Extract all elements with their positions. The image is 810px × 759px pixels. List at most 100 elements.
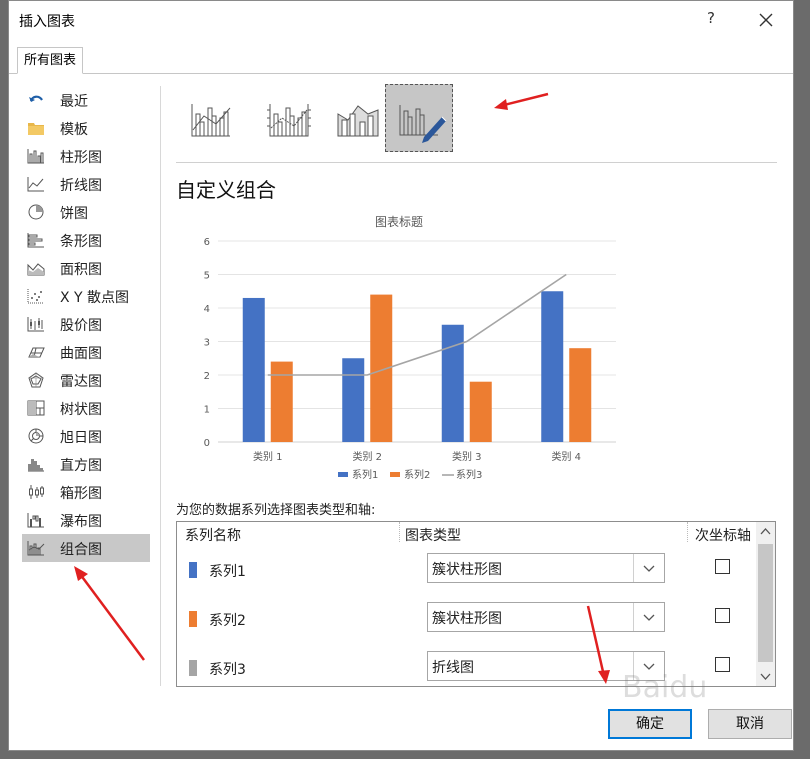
clustered-column-line-icon	[191, 104, 231, 137]
scrollbar-thumb[interactable]	[758, 544, 773, 662]
y-tick-label: 1	[204, 405, 210, 416]
histogram-chart-icon	[28, 459, 44, 472]
chevron-down-icon	[643, 614, 655, 621]
stacked-area-clustered-column-icon	[337, 105, 379, 137]
sidebar-item-recent[interactable]: 最近	[22, 86, 150, 114]
x-tick-label: 类别 4	[551, 450, 581, 463]
series-config-table: 系列名称 图表类型 次坐标轴 系列1 簇状柱形图 系列2 簇状柱形图 系列3 折…	[176, 521, 776, 687]
secondary-axis-checkbox[interactable]	[715, 559, 730, 574]
scroll-up-icon[interactable]	[756, 524, 775, 540]
sidebar-item-templates[interactable]: 模板	[22, 114, 150, 142]
sidebar-item-radar[interactable]: 雷达图	[22, 366, 150, 394]
dialog-title: 插入图表	[19, 14, 75, 30]
chart-preview: 图表标题 0 1 2 3 4 5 6 类别 1 类别 2 类别 3 类别 4 系列1 系列2 系列3	[178, 206, 628, 496]
sidebar-item-waterfall[interactable]: 瀑布图	[22, 506, 150, 534]
column-header-chart-type: 图表类型	[405, 528, 461, 544]
series-color-swatch	[189, 611, 197, 627]
sidebar-item-pie[interactable]: 饼图	[22, 198, 150, 226]
sidebar-item-stock[interactable]: 股价图	[22, 310, 150, 338]
legend-label: 系列2	[404, 468, 430, 481]
section-title: 自定义组合	[176, 178, 276, 202]
series-name: 系列3	[209, 662, 246, 678]
sunburst-chart-icon	[28, 428, 44, 444]
bar	[569, 348, 592, 442]
sidebar-item-combo[interactable]: 组合图	[22, 534, 150, 562]
sidebar-item-treemap[interactable]: 树状图	[22, 394, 150, 422]
bar-chart-icon	[27, 233, 44, 248]
column-header-secondary-axis: 次坐标轴	[695, 528, 751, 544]
series-color-swatch	[189, 660, 197, 676]
chart-category-list: 最近 模板 柱形图 折线图 饼图 条形图 面积图 X Y 散点图 股价图 曲面图…	[22, 86, 150, 562]
tab-all-charts[interactable]: 所有图表	[17, 47, 84, 74]
dropdown-button[interactable]	[633, 554, 664, 582]
area-chart-icon	[27, 263, 45, 276]
legend-label: 系列3	[456, 468, 482, 481]
chart-type-select[interactable]: 簇状柱形图	[427, 553, 665, 583]
title-bar: 插入图表 ?	[9, 1, 793, 41]
scatter-chart-icon	[27, 289, 44, 304]
y-tick-label: 5	[204, 271, 210, 282]
chart-svg: 图表标题 0 1 2 3 4 5 6 类别 1 类别 2 类别 3 类别 4 系列1 系列2 系列3	[204, 215, 616, 481]
y-tick-label: 4	[204, 304, 210, 315]
pie-chart-icon	[28, 204, 44, 220]
bar	[342, 358, 365, 442]
chart-type-value: 簇状柱形图	[432, 611, 502, 627]
undo-arrow-icon	[29, 95, 43, 102]
watermark-text: Baidu	[622, 670, 708, 705]
series-instruction: 为您的数据系列选择图表类型和轴:	[176, 503, 376, 518]
chart-type-select[interactable]: 簇状柱形图	[427, 602, 665, 632]
column-chart-icon	[27, 149, 44, 164]
stock-chart-icon	[27, 317, 44, 332]
y-tick-label: 0	[204, 438, 210, 449]
bar	[270, 361, 293, 442]
legend-swatch	[390, 472, 400, 477]
dropdown-button[interactable]	[633, 603, 664, 631]
sidebar-item-column[interactable]: 柱形图	[22, 142, 150, 170]
subtype-stacked-area-clustered-column[interactable]	[324, 84, 392, 152]
sidebar-item-scatter[interactable]: X Y 散点图	[22, 282, 150, 310]
legend-label: 系列1	[352, 468, 378, 481]
ok-button[interactable]: 确定	[608, 709, 692, 739]
scroll-down-icon[interactable]	[756, 668, 775, 684]
surface-chart-icon	[28, 347, 45, 358]
help-button[interactable]: ?	[699, 9, 723, 31]
sidebar-item-histogram[interactable]: 直方图	[22, 450, 150, 478]
bar	[541, 291, 564, 442]
header-divider	[399, 522, 401, 542]
close-icon	[759, 13, 773, 27]
sidebar-item-area[interactable]: 面积图	[22, 254, 150, 282]
subtype-custom-combination[interactable]	[385, 84, 453, 152]
line-chart-icon	[27, 177, 44, 192]
sidebar-item-box-whisker[interactable]: 箱形图	[22, 478, 150, 506]
combo-chart-icon	[27, 541, 45, 556]
series-name: 系列2	[209, 613, 246, 629]
subtype-clustered-column-line[interactable]	[178, 84, 246, 152]
table-scrollbar[interactable]	[756, 522, 775, 686]
custom-combination-icon	[399, 105, 447, 143]
bar	[441, 324, 464, 442]
treemap-chart-icon	[27, 400, 45, 416]
legend-swatch	[338, 472, 348, 477]
x-tick-label: 类别 3	[452, 450, 482, 463]
secondary-axis-checkbox[interactable]	[715, 608, 730, 623]
sidebar-item-surface[interactable]: 曲面图	[22, 338, 150, 366]
y-tick-label: 3	[204, 338, 210, 349]
close-button[interactable]	[753, 7, 779, 33]
series-row: 系列1 簇状柱形图	[177, 546, 757, 595]
series-line	[267, 273, 567, 376]
sidebar-item-bar[interactable]: 条形图	[22, 226, 150, 254]
chart-type-value: 折线图	[432, 660, 474, 676]
series-name: 系列1	[209, 564, 246, 580]
sidebar-item-sunburst[interactable]: 旭日图	[22, 422, 150, 450]
secondary-axis-checkbox[interactable]	[715, 657, 730, 672]
gallery-divider	[176, 162, 777, 163]
cancel-button[interactable]: 取消	[708, 709, 792, 739]
chart-type-value: 簇状柱形图	[432, 562, 502, 578]
subtype-clustered-column-line-secondary[interactable]	[256, 84, 324, 152]
sidebar-item-line[interactable]: 折线图	[22, 170, 150, 198]
folder-icon	[28, 123, 44, 135]
waterfall-chart-icon	[27, 513, 44, 528]
series-color-swatch	[189, 562, 197, 578]
x-tick-label: 类别 1	[253, 450, 283, 463]
y-tick-label: 2	[204, 371, 210, 382]
